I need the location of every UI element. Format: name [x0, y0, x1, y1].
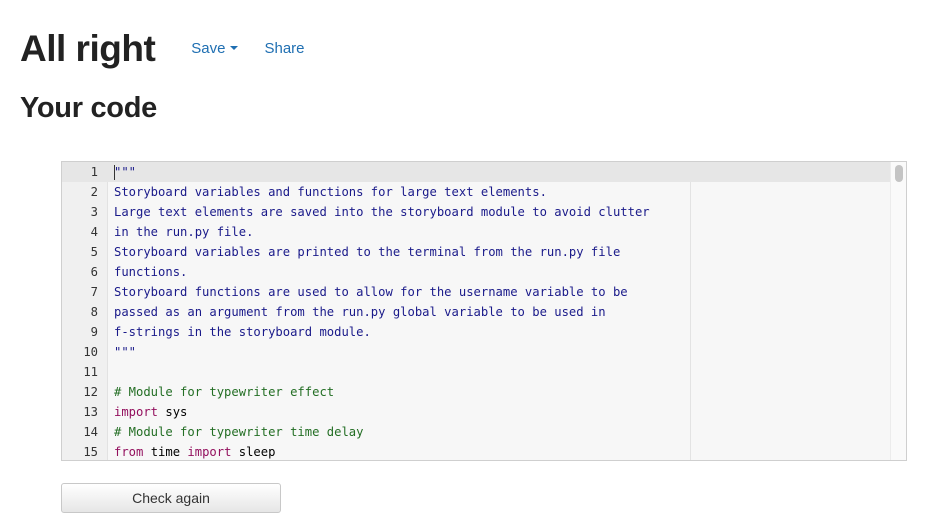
line-number: 1 [90, 165, 98, 179]
code-token: """ [114, 345, 137, 359]
line-code: import sys [114, 402, 187, 422]
code-token: Large text elements are saved into the s… [114, 205, 650, 219]
code-editor[interactable]: 1 """ 2 Storyboard variables and functions … [61, 161, 907, 461]
code-token: Storyboard functions are used to allow f… [114, 285, 628, 299]
code-line[interactable]: 7 Storyboard functions are used to allow … [62, 282, 890, 302]
line-code: from time import sleep [114, 442, 276, 460]
line-number: 11 [83, 365, 98, 379]
code-line[interactable]: 4 in the run.py file. [62, 222, 890, 242]
line-code: f-strings in the storyboard module. [114, 322, 371, 342]
code-line[interactable]: 13 import sys [62, 402, 890, 422]
line-number: 3 [90, 205, 98, 219]
line-number: 12 [83, 385, 98, 399]
code-area[interactable]: 1 """ 2 Storyboard variables and functions … [62, 162, 890, 460]
code-token: import [187, 445, 232, 459]
header: All right Save Share [20, 28, 305, 70]
line-number: 2 [90, 185, 98, 199]
code-line[interactable]: 6 functions. [62, 262, 890, 282]
line-code: """ [114, 342, 136, 362]
code-line[interactable]: 15 from time import sleep [62, 442, 890, 460]
share-link[interactable]: Share [264, 40, 304, 57]
line-code: Storyboard variables are printed to the … [114, 242, 620, 262]
line-number: 14 [83, 425, 98, 439]
save-label: Save [191, 40, 226, 57]
line-number: 5 [90, 245, 98, 259]
line-number: 13 [83, 405, 98, 419]
code-line[interactable]: 2 Storyboard variables and functions for … [62, 182, 890, 202]
code-token: sys [158, 405, 188, 419]
code-token: time [143, 445, 188, 459]
code-line[interactable]: 12 # Module for typewriter effect [62, 382, 890, 402]
code-token: passed as an argument from the run.py gl… [114, 305, 606, 319]
line-number: 15 [83, 445, 98, 459]
line-code: passed as an argument from the run.py gl… [114, 302, 606, 322]
code-token: functions. [114, 265, 188, 279]
code-line[interactable]: 8 passed as an argument from the run.py g… [62, 302, 890, 322]
line-number: 8 [90, 305, 98, 319]
line-code: # Module for typewriter time delay [114, 422, 363, 442]
code-token: import [114, 405, 159, 419]
line-code: in the run.py file. [114, 222, 253, 242]
page-title: All right [20, 28, 156, 69]
line-number: 9 [90, 325, 98, 339]
code-token: f-strings in the storyboard module. [114, 325, 371, 339]
line-code: """ [114, 162, 136, 182]
line-code: Storyboard functions are used to allow f… [114, 282, 628, 302]
code-line[interactable]: 11 [62, 362, 890, 382]
line-number: 10 [83, 345, 98, 359]
save-button[interactable]: Save [191, 40, 239, 57]
line-number: 4 [90, 225, 98, 239]
code-token: # Module for typewriter effect [114, 385, 335, 399]
line-number: 6 [90, 265, 98, 279]
section-title: Your code [20, 92, 157, 124]
code-line[interactable]: 5 Storyboard variables are printed to the… [62, 242, 890, 262]
code-token: Storyboard variables are printed to the … [114, 245, 621, 259]
line-code: Storyboard variables and functions for l… [114, 182, 547, 202]
code-token: Storyboard variables and functions for l… [114, 185, 547, 199]
caret-down-icon [230, 46, 239, 51]
line-code: # Module for typewriter effect [114, 382, 334, 402]
text-cursor [114, 165, 115, 180]
code-token: sleep [231, 445, 276, 459]
editor-scrollbar[interactable] [890, 162, 906, 460]
code-token: in the run.py file. [114, 225, 254, 239]
code-line[interactable]: 14 # Module for typewriter time delay [62, 422, 890, 442]
line-code: functions. [114, 262, 187, 282]
code-line[interactable]: 3 Large text elements are saved into the … [62, 202, 890, 222]
code-line[interactable]: 10 """ [62, 342, 890, 362]
line-number: 7 [90, 285, 98, 299]
code-token: from [114, 445, 144, 459]
check-again-button[interactable]: Check again [61, 483, 281, 513]
code-token: """ [114, 165, 137, 179]
scrollbar-thumb[interactable] [895, 165, 903, 182]
code-line[interactable]: 9 f-strings in the storyboard module. [62, 322, 890, 342]
line-code: Large text elements are saved into the s… [114, 202, 650, 222]
code-line[interactable]: 1 """ [62, 162, 890, 182]
code-token: # Module for typewriter time delay [114, 425, 364, 439]
